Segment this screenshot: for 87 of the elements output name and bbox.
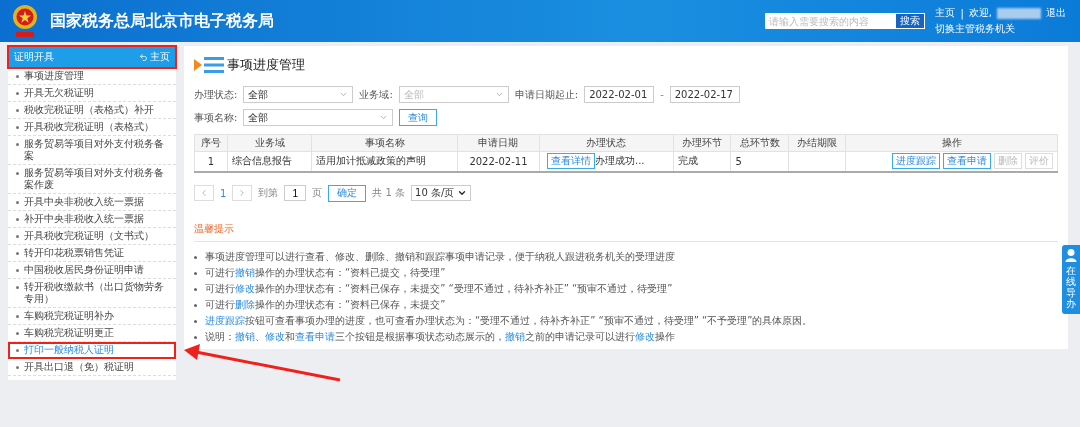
person-icon <box>1065 248 1077 262</box>
sidebar-item[interactable]: 开具税收完税证明（表格式） <box>8 119 176 136</box>
previous-page-button[interactable] <box>194 185 214 201</box>
chevron-down-icon <box>457 188 468 198</box>
page-size-select[interactable]: 10 条/页 <box>411 185 472 201</box>
action-button[interactable]: 查看申请 <box>943 153 991 170</box>
filter-label: 事项名称: <box>194 110 238 125</box>
filter-label: 申请日期起止: <box>514 87 579 102</box>
sidebar-item[interactable]: 打印一般纳税人证明 <box>8 342 176 359</box>
home-link[interactable]: 主页 <box>935 6 956 20</box>
sidebar-item[interactable]: 税收完税证明（表格式）补开 <box>8 102 176 119</box>
tips-title: 温馨提示 <box>194 221 1058 242</box>
emblem-icon <box>10 3 40 39</box>
details-button[interactable]: 查看详情 <box>547 153 595 170</box>
sidebar-item[interactable]: 车购税完税证明更正 <box>8 325 176 342</box>
sidebar-item[interactable]: 服务贸易等项目对外支付税务备案作废 <box>8 165 176 194</box>
page-title: 事项进度管理 <box>227 56 305 74</box>
tip-link[interactable]: 撤销 <box>505 330 525 342</box>
sidebar-item[interactable]: 开具无欠税证明 <box>8 85 176 102</box>
tip-text: 可进行修改操作的办理状态有：“资料已保存，未提交” “受理不通过，待补齐补正” “预审不通过，待受理” <box>205 281 673 295</box>
separator: | <box>960 7 964 19</box>
sidebar-item[interactable]: 事项进度管理 <box>8 68 176 85</box>
tip-link[interactable]: 进度跟踪 <box>205 314 245 326</box>
tip-text: 进度跟踪按钮可查看事项办理的进度，也可查看办理状态为：“受理不通过，待补齐补正” “预审不通过，待受理” “不予受理”的具体原因。 <box>205 313 813 327</box>
welcome-text: 欢迎, <box>968 6 992 20</box>
column-header: 操作 <box>845 134 1058 152</box>
date-field[interactable]: 2022-02-17 <box>669 86 740 103</box>
sidebar-item[interactable]: 服务贸易等项目对外支付税务备案 <box>8 136 176 165</box>
select-field[interactable]: 全部 <box>243 86 354 103</box>
column-header: 办结期限 <box>788 134 846 152</box>
online-guide-tab[interactable]: 在线导办 <box>1062 245 1080 314</box>
sidebar-item[interactable]: 车购税完税证明补办 <box>8 308 176 325</box>
sidebar-item[interactable]: 补开中央非税收入统一票据 <box>8 211 176 228</box>
tip-link[interactable]: 撤销 <box>235 266 255 278</box>
sidebar-item[interactable]: 开具税收完税证明（文书式） <box>8 228 176 245</box>
list-icon <box>194 56 224 74</box>
select-field[interactable]: 全部 <box>243 109 394 126</box>
logout-link[interactable]: 退出 <box>1046 6 1066 20</box>
tip-link[interactable]: 修改 <box>235 282 255 294</box>
tip-link[interactable]: 删除 <box>235 298 255 310</box>
site-title: 国家税务总局北京市电子税务局 <box>50 10 274 32</box>
switch-org-link[interactable]: 切换主管税务机关 <box>935 22 1016 36</box>
page-unit: 页 <box>312 186 323 200</box>
column-header: 总环节数 <box>730 134 789 152</box>
sidebar-item[interactable]: 开具出口退（免）税证明 <box>8 359 176 376</box>
column-header: 事项名称 <box>311 134 458 152</box>
tip-text: 可进行删除操作的办理状态有：“资料已保存，未提交” <box>205 297 446 311</box>
sidebar-item[interactable]: 转开印花税票销售凭证 <box>8 245 176 262</box>
tip-text: 说明：撤销、修改和查看申请三个按钮是根据事项状态动态展示的，撤销之前的申请记录可以进行修改操作 <box>205 329 675 343</box>
return-arrow-icon <box>139 52 148 62</box>
column-header: 业务域 <box>227 134 312 152</box>
status-text: 办理成功... <box>595 155 645 167</box>
sidebar-item[interactable]: 开具中央非税收入统一票据 <box>8 194 176 211</box>
home-link[interactable]: 主页 <box>139 50 170 64</box>
sidebar-item[interactable]: 转开税收缴款书（出口货物劳务专用） <box>8 279 176 308</box>
filter-label: 办理状态: <box>194 87 238 102</box>
sidebar-item[interactable]: 中国税收居民身份证明申请 <box>8 262 176 279</box>
filter-label: 业务域: <box>359 87 393 102</box>
search-field[interactable]: 请输入需要搜索的内容 搜索 <box>765 13 926 29</box>
tip-text: 事项进度管理可以进行查看、修改、删除、撤销和跟踪事项申请记录，便于纳税人跟进税务机关的受理进度 <box>205 249 675 263</box>
column-header: 办理状态 <box>539 134 674 152</box>
chevron-down-icon <box>379 113 389 122</box>
page-input[interactable]: 1 <box>284 185 307 201</box>
tip-link[interactable]: 撤销 <box>235 330 255 342</box>
action-button[interactable]: 进度跟踪 <box>892 153 940 170</box>
tip-link[interactable]: 查看申请 <box>295 330 335 342</box>
total-count: 共 1 条 <box>372 186 406 200</box>
chevron-left-icon <box>199 188 209 198</box>
query-button[interactable]: 查询 <box>399 109 438 126</box>
next-page-button[interactable] <box>232 185 253 201</box>
column-header: 办理环节 <box>673 134 731 152</box>
page-number[interactable]: 1 <box>220 187 227 199</box>
column-header: 序号 <box>194 134 228 152</box>
column-header: 申请日期 <box>457 134 540 152</box>
table-cell: 1 <box>194 151 228 172</box>
range-dash: - <box>660 89 664 100</box>
goto-label: 到第 <box>258 186 279 200</box>
tip-link[interactable]: 修改 <box>635 330 655 342</box>
date-field[interactable]: 2022-02-01 <box>584 86 655 103</box>
tip-link[interactable]: 修改 <box>265 330 285 342</box>
sidebar-title: 证明开具 <box>14 50 54 64</box>
chevron-down-icon <box>494 90 504 99</box>
redacted-block <box>997 7 1041 19</box>
chevron-down-icon <box>339 90 349 99</box>
tip-text: 可进行撤销操作的办理状态有：“资料已提交，待受理” <box>205 265 446 279</box>
search-button[interactable]: 搜索 <box>895 13 926 29</box>
confirm-button[interactable]: 确定 <box>328 184 367 202</box>
